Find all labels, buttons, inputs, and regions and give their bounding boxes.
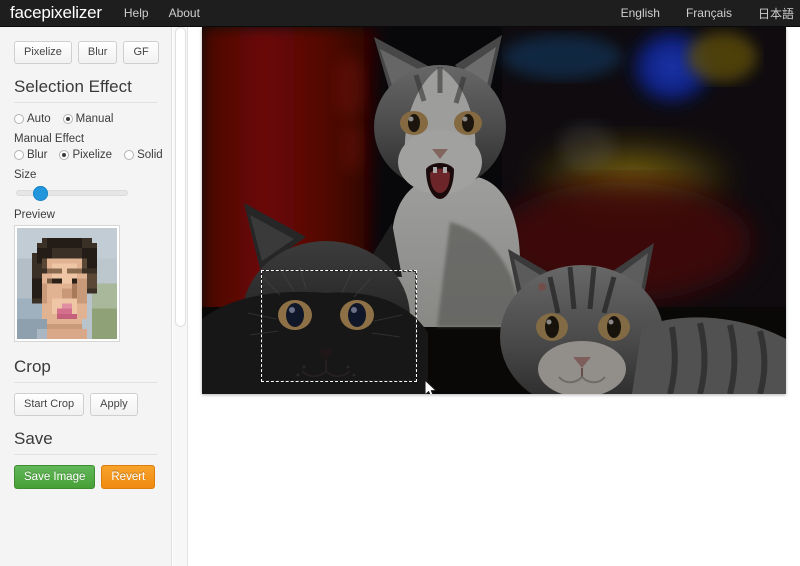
radio-effect-pixelize-label: Pixelize [72, 149, 113, 161]
app-brand[interactable]: facepixelizer [10, 3, 102, 23]
radio-effect-solid[interactable]: Solid [124, 149, 163, 161]
tool-button-row: Pixelize Blur GF [14, 41, 159, 64]
selection-mode-radio-group: Auto Manual [14, 113, 157, 125]
radio-effect-solid-label: Solid [137, 149, 163, 161]
size-slider[interactable] [16, 185, 128, 201]
radio-circle-auto-icon [14, 114, 24, 124]
selection-effect-divider [14, 102, 157, 103]
radio-mode-manual-label: Manual [75, 113, 114, 125]
radio-effect-blur[interactable]: Blur [14, 149, 47, 161]
workspace [189, 27, 800, 566]
start-crop-button[interactable]: Start Crop [14, 393, 85, 416]
tool-blur[interactable]: Blur [77, 41, 118, 64]
radio-effect-blur-label: Blur [27, 149, 48, 161]
sidebar-scrollbar[interactable] [173, 27, 188, 566]
crop-heading: Crop [14, 357, 51, 376]
nav-help[interactable]: Help [124, 6, 149, 20]
tool-pixelize[interactable]: Pixelize [14, 41, 72, 64]
save-heading: Save [14, 429, 53, 448]
navbar-language-group: English Français 日本語 [595, 5, 800, 22]
save-button-row: Save Image Revert [14, 465, 157, 489]
selection-effect-heading: Selection Effect [14, 77, 132, 96]
top-navbar: facepixelizer Help About English Françai… [0, 0, 800, 27]
apply-crop-button[interactable]: Apply [90, 393, 138, 416]
radio-mode-manual[interactable]: Manual [62, 113, 114, 125]
radio-mode-auto-label: Auto [27, 113, 51, 125]
radio-mode-auto[interactable]: Auto [14, 113, 51, 125]
preview-thumbnail [14, 225, 120, 342]
size-label: Size [14, 169, 37, 181]
radio-effect-pixelize[interactable]: Pixelize [59, 149, 112, 161]
manual-effect-label: Manual Effect [14, 133, 85, 145]
nav-about[interactable]: About [169, 6, 200, 20]
radio-circle-pixelize-icon [59, 150, 70, 160]
size-slider-handle[interactable] [33, 186, 49, 201]
nav-lang-english[interactable]: English [621, 6, 660, 20]
nav-lang-francais[interactable]: Français [686, 6, 732, 20]
pixelized-face-preview-image [17, 228, 117, 339]
app-root: facepixelizer Help About English Françai… [0, 0, 800, 566]
radio-circle-manual-icon [62, 114, 73, 124]
kittens-photo [202, 27, 786, 394]
save-image-button[interactable]: Save Image [14, 465, 96, 489]
nav-lang-japanese[interactable]: 日本語 [758, 5, 794, 22]
radio-circle-blur-icon [14, 150, 24, 160]
sidebar-scrollbar-thumb[interactable] [175, 27, 186, 327]
preview-label: Preview [14, 209, 55, 221]
crop-button-row: Start Crop Apply [14, 393, 157, 416]
radio-circle-solid-icon [124, 150, 135, 160]
crop-divider [14, 382, 157, 383]
sidebar-panel: Pixelize Blur GF Selection Effect Auto M… [0, 27, 172, 566]
save-divider [14, 454, 157, 455]
kittens-photo-svg [202, 27, 786, 394]
tool-gf[interactable]: GF [123, 41, 159, 64]
image-canvas[interactable] [202, 27, 786, 394]
manual-effect-radio-group: Blur Pixelize Solid [14, 149, 163, 161]
revert-button[interactable]: Revert [101, 465, 156, 489]
